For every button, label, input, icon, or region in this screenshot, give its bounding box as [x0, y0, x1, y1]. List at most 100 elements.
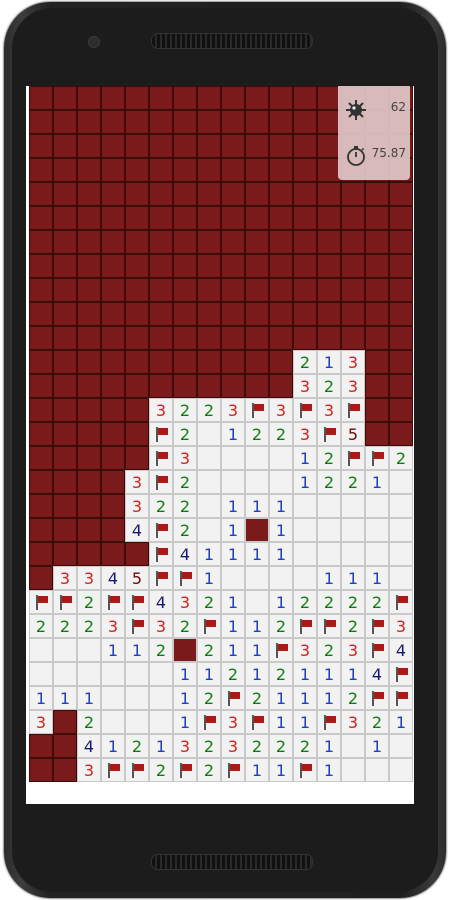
number-cell[interactable]: 3: [341, 638, 365, 662]
hidden-cell[interactable]: [29, 542, 53, 566]
hidden-cell[interactable]: [221, 326, 245, 350]
hidden-cell[interactable]: [221, 278, 245, 302]
number-cell[interactable]: 1: [221, 422, 245, 446]
hidden-cell[interactable]: [317, 302, 341, 326]
hidden-cell[interactable]: [245, 182, 269, 206]
number-cell[interactable]: 1: [77, 686, 101, 710]
number-cell[interactable]: 2: [197, 590, 221, 614]
hidden-cell[interactable]: [389, 422, 413, 446]
number-cell[interactable]: 3: [389, 614, 413, 638]
hidden-cell[interactable]: [29, 158, 53, 182]
empty-cell[interactable]: [293, 542, 317, 566]
number-cell[interactable]: 2: [341, 470, 365, 494]
hidden-cell[interactable]: [29, 302, 53, 326]
number-cell[interactable]: 1: [245, 662, 269, 686]
hidden-cell[interactable]: [389, 182, 413, 206]
hidden-cell[interactable]: [269, 326, 293, 350]
hidden-cell[interactable]: [29, 350, 53, 374]
number-cell[interactable]: 1: [293, 446, 317, 470]
hidden-cell[interactable]: [29, 182, 53, 206]
hidden-cell[interactable]: [149, 206, 173, 230]
number-cell[interactable]: 2: [29, 614, 53, 638]
hidden-cell[interactable]: [149, 302, 173, 326]
hidden-cell[interactable]: [365, 182, 389, 206]
number-cell[interactable]: 1: [101, 734, 125, 758]
hidden-cell[interactable]: [197, 206, 221, 230]
number-cell[interactable]: 1: [173, 710, 197, 734]
flagged-cell[interactable]: [269, 638, 293, 662]
hidden-cell[interactable]: [77, 374, 101, 398]
hidden-cell[interactable]: [149, 182, 173, 206]
number-cell[interactable]: 1: [293, 686, 317, 710]
hidden-cell[interactable]: [101, 230, 125, 254]
flagged-cell[interactable]: [173, 566, 197, 590]
number-cell[interactable]: 1: [269, 542, 293, 566]
empty-cell[interactable]: [149, 662, 173, 686]
hidden-cell[interactable]: [221, 206, 245, 230]
number-cell[interactable]: 4: [149, 590, 173, 614]
number-cell[interactable]: 1: [293, 470, 317, 494]
empty-cell[interactable]: [245, 470, 269, 494]
number-cell[interactable]: 1: [221, 590, 245, 614]
hidden-cell[interactable]: [101, 542, 125, 566]
hidden-cell[interactable]: [293, 206, 317, 230]
number-cell[interactable]: 1: [317, 350, 341, 374]
hidden-cell[interactable]: [221, 86, 245, 110]
empty-cell[interactable]: [221, 566, 245, 590]
empty-cell[interactable]: [389, 518, 413, 542]
number-cell[interactable]: 1: [197, 542, 221, 566]
hidden-cell[interactable]: [221, 182, 245, 206]
number-cell[interactable]: 2: [173, 494, 197, 518]
hidden-cell[interactable]: [29, 758, 53, 782]
empty-cell[interactable]: [317, 518, 341, 542]
number-cell[interactable]: 1: [245, 758, 269, 782]
hidden-cell[interactable]: [101, 206, 125, 230]
empty-cell[interactable]: [365, 494, 389, 518]
hidden-cell[interactable]: [269, 86, 293, 110]
flagged-cell[interactable]: [125, 758, 149, 782]
number-cell[interactable]: 2: [245, 734, 269, 758]
hidden-cell[interactable]: [29, 278, 53, 302]
empty-cell[interactable]: [365, 758, 389, 782]
number-cell[interactable]: 5: [125, 566, 149, 590]
hidden-cell[interactable]: [77, 302, 101, 326]
number-cell[interactable]: 1: [101, 638, 125, 662]
number-cell[interactable]: 2: [125, 734, 149, 758]
hidden-cell[interactable]: [221, 350, 245, 374]
flagged-cell[interactable]: [293, 614, 317, 638]
hidden-cell[interactable]: [149, 350, 173, 374]
number-cell[interactable]: 3: [29, 710, 53, 734]
hidden-cell[interactable]: [341, 278, 365, 302]
hidden-cell[interactable]: [53, 158, 77, 182]
hidden-cell[interactable]: [125, 254, 149, 278]
hidden-cell[interactable]: [125, 398, 149, 422]
empty-cell[interactable]: [29, 638, 53, 662]
number-cell[interactable]: 2: [317, 590, 341, 614]
hidden-cell[interactable]: [197, 86, 221, 110]
hidden-cell[interactable]: [29, 326, 53, 350]
number-cell[interactable]: 1: [197, 566, 221, 590]
hidden-cell[interactable]: [173, 278, 197, 302]
hidden-cell[interactable]: [101, 278, 125, 302]
hidden-cell[interactable]: [197, 326, 221, 350]
empty-cell[interactable]: [269, 470, 293, 494]
number-cell[interactable]: 3: [101, 614, 125, 638]
hidden-cell[interactable]: [365, 278, 389, 302]
revealed-mine-cell[interactable]: [245, 518, 269, 542]
flagged-cell[interactable]: [389, 662, 413, 686]
hidden-cell[interactable]: [245, 134, 269, 158]
hidden-cell[interactable]: [53, 398, 77, 422]
number-cell[interactable]: 1: [221, 494, 245, 518]
empty-cell[interactable]: [101, 710, 125, 734]
hidden-cell[interactable]: [125, 158, 149, 182]
number-cell[interactable]: 2: [197, 758, 221, 782]
number-cell[interactable]: 3: [317, 398, 341, 422]
empty-cell[interactable]: [269, 566, 293, 590]
number-cell[interactable]: 3: [221, 734, 245, 758]
hidden-cell[interactable]: [77, 158, 101, 182]
hidden-cell[interactable]: [365, 398, 389, 422]
hidden-cell[interactable]: [173, 206, 197, 230]
empty-cell[interactable]: [317, 542, 341, 566]
hidden-cell[interactable]: [389, 350, 413, 374]
hidden-cell[interactable]: [77, 278, 101, 302]
